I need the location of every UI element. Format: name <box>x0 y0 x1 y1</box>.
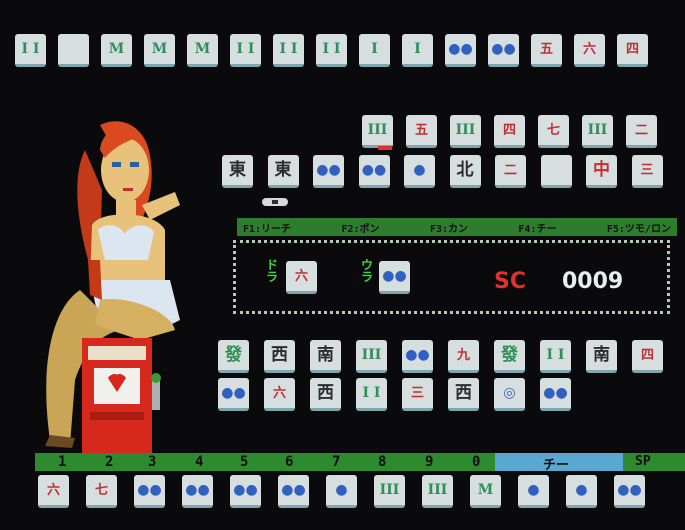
mahjong-tile[interactable]: ● <box>566 475 597 508</box>
mahjong-tile <box>58 34 89 67</box>
mahjong-tile: III <box>450 115 481 148</box>
mahjong-tile: III <box>356 340 387 373</box>
mahjong-tile: ●● <box>218 378 249 411</box>
mahjong-tile: 四 <box>632 340 663 373</box>
mahjong-tile: 五 <box>406 115 437 148</box>
mahjong-tile: 西 <box>264 340 295 373</box>
mahjong-tile: M <box>144 34 175 67</box>
f3-kan-key[interactable]: F3:カン <box>430 220 468 235</box>
mahjong-tile: 西 <box>448 378 479 411</box>
slot-number: 2 <box>105 454 114 470</box>
f5-tsumo-ron-key[interactable]: F5:ツモ/ロン <box>607 220 671 235</box>
score-value: 0009 <box>562 269 624 294</box>
mahjong-tile: 中 <box>586 155 617 188</box>
slot-number: 5 <box>240 454 249 470</box>
slot-number: 6 <box>285 454 294 470</box>
mahjong-tile[interactable]: ●● <box>278 475 309 508</box>
mahjong-tile: ●● <box>313 155 344 188</box>
f1-riichi-key[interactable]: F1:リーチ <box>243 220 291 235</box>
mahjong-tile: ◎ <box>494 378 525 411</box>
mahjong-tile[interactable]: ●● <box>230 475 261 508</box>
slot-number: 8 <box>378 454 387 470</box>
last-discard-marker <box>378 146 392 150</box>
mahjong-tile: 南 <box>310 340 341 373</box>
mahjong-tile: I I <box>316 34 347 67</box>
mahjong-tile: I I <box>15 34 46 67</box>
mahjong-tile: ●● <box>540 378 571 411</box>
mahjong-tile: 西 <box>310 378 341 411</box>
dora-label: ドラ <box>266 258 279 284</box>
mahjong-tile[interactable]: ● <box>326 475 357 508</box>
chi-label: チー <box>543 458 570 473</box>
mahjong-tile: 南 <box>586 340 617 373</box>
mahjong-tile: 三 <box>402 378 433 411</box>
character-illustration <box>45 121 180 453</box>
function-key-bar: F1:リーチ F2:ポン F3:カン F4:チー F5:ツモ/ロン <box>237 218 677 236</box>
mahjong-tile: 東 <box>222 155 253 188</box>
mahjong-tile: 發 <box>218 340 249 373</box>
mahjong-tile: 東 <box>267 155 299 188</box>
turn-indicator <box>262 198 288 206</box>
mahjong-tile: 九 <box>448 340 479 373</box>
slot-number: 3 <box>148 454 157 470</box>
f4-chi-key[interactable]: F4:チー <box>518 220 556 235</box>
mahjong-tile: 七 <box>538 115 569 148</box>
mahjong-tile: ●● <box>488 34 519 67</box>
mahjong-tile: 四 <box>494 115 525 148</box>
ura-label: ウラ <box>361 258 374 284</box>
mahjong-tile: M <box>187 34 218 67</box>
game-screen: I IMMMI II II I I I ●● ●● 五六四 III 五 III 四七 III 二 東… <box>0 0 685 530</box>
mahjong-tile: 四 <box>617 34 648 67</box>
mahjong-tile: 二 <box>626 115 657 148</box>
mahjong-tile: III <box>582 115 613 148</box>
mahjong-tile: III <box>362 115 393 148</box>
mahjong-tile[interactable]: M <box>470 475 501 508</box>
mahjong-tile[interactable]: III <box>422 475 453 508</box>
mahjong-tile[interactable]: ●● <box>182 475 213 508</box>
mahjong-tile: M <box>101 34 132 67</box>
slot-number: 4 <box>195 454 204 470</box>
f2-pon-key[interactable]: F2:ポン <box>341 220 379 235</box>
sp-bar[interactable]: SP <box>623 453 685 471</box>
mahjong-tile: I I <box>356 378 387 411</box>
mahjong-tile: I I <box>273 34 304 67</box>
mahjong-tile: ●● <box>358 155 390 188</box>
mahjong-tile: 發 <box>494 340 525 373</box>
mahjong-tile <box>540 155 572 188</box>
mahjong-tile: 六 <box>574 34 605 67</box>
tile-number-bar: 1 2 3 4 5 6 7 8 9 0 <box>35 453 495 471</box>
slot-number: 7 <box>332 454 341 470</box>
mahjong-tile[interactable]: ●● <box>614 475 645 508</box>
mahjong-tile: 五 <box>531 34 562 67</box>
mahjong-tile[interactable]: 六 <box>38 475 69 508</box>
mahjong-tile[interactable]: ● <box>518 475 549 508</box>
mahjong-tile: I <box>402 34 433 67</box>
slot-number: 1 <box>58 454 67 470</box>
mahjong-tile: 六 <box>286 261 317 294</box>
mahjong-tile: ●● <box>379 261 410 294</box>
mahjong-tile: I <box>359 34 390 67</box>
mahjong-tile: 二 <box>495 155 526 188</box>
mahjong-tile: 六 <box>264 378 295 411</box>
mahjong-tile[interactable]: III <box>374 475 405 508</box>
slot-number: 9 <box>425 454 434 470</box>
mahjong-tile: ●● <box>445 34 476 67</box>
mahjong-tile[interactable]: 七 <box>86 475 117 508</box>
chi-selector-bar[interactable]: チー <box>495 453 623 473</box>
mahjong-tile: 北 <box>449 155 481 188</box>
score-label: SC <box>494 269 526 294</box>
dora-score-panel: ドラ 六 ウラ ●● SC 0009 <box>233 240 670 314</box>
slot-number: 0 <box>472 454 481 470</box>
mahjong-tile: ●● <box>402 340 433 373</box>
mahjong-tile: 三 <box>631 155 663 188</box>
mahjong-tile[interactable]: ●● <box>134 475 165 508</box>
mahjong-tile: I I <box>540 340 571 373</box>
mahjong-tile: ● <box>404 155 435 188</box>
sp-label: SP <box>635 454 651 469</box>
mahjong-tile: I I <box>230 34 261 67</box>
